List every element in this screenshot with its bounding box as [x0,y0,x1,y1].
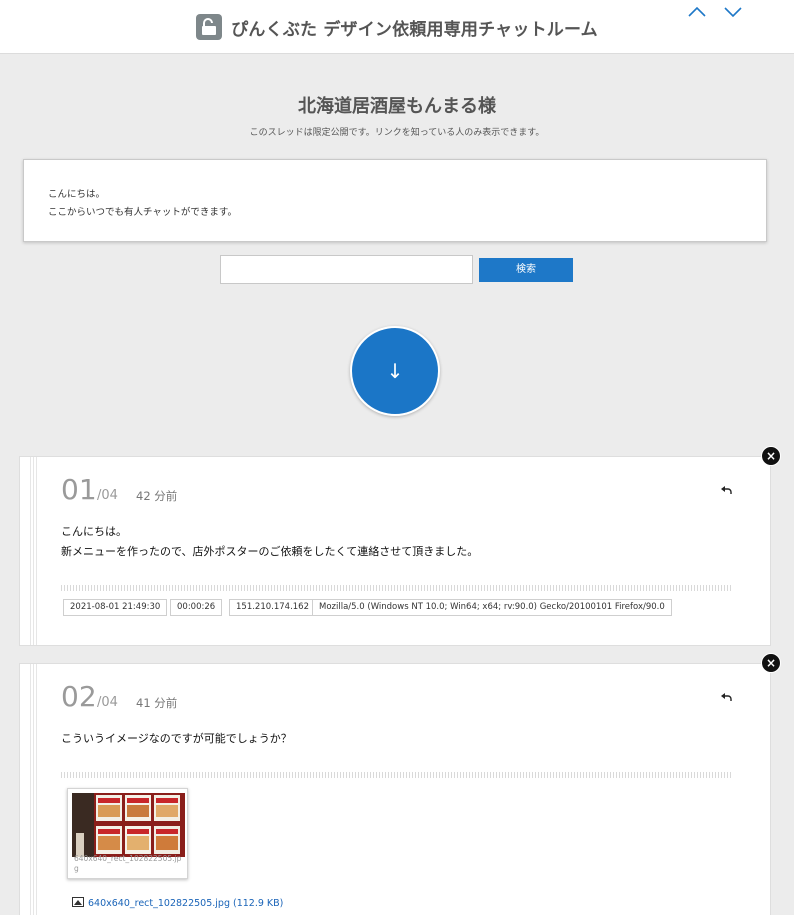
post-divider [61,585,731,591]
post-total: /04 [97,488,118,503]
post-time-ago: 41 分前 [136,696,178,710]
post-line: こんにちは。 [61,525,127,538]
close-post-button[interactable]: × [761,653,781,673]
post-divider [61,772,731,778]
post-number: 01 [61,473,97,506]
reply-icon[interactable] [720,485,732,495]
unlock-icon [196,14,223,40]
intro-line: こんにちは。 [48,189,106,200]
attachment-link-text: 640x640_rect_102822505.jpg (112.9 KB) [88,898,284,909]
post-card: 01 /04 42 分前 こんにちは。 新メニューを作ったので、店外ポスターのご… [19,456,771,646]
search-button[interactable]: 検索 [479,258,573,282]
post-meta-row: 2021-08-01 21:49:30 00:00:26 151.210.174… [63,599,763,617]
meta-user-agent: Mozilla/5.0 (Windows NT 10.0; Win64; x64… [312,599,672,616]
intro-message-box: こんにちは。 ここからいつでも有人チャットができます。 [23,159,767,242]
chevron-down-icon[interactable] [722,4,744,20]
post-total: /04 [97,695,118,710]
post-time-ago: 42 分前 [136,489,178,503]
meta-duration: 00:00:26 [170,599,223,616]
site-header: ぴんくぶた デザイン依頼用専用チャットルーム [0,14,794,40]
visibility-note: このスレッドは限定公開です。リンクを知っている人のみ表示できます。 [249,128,545,138]
thread-title: 北海道居酒屋もんまる様 [298,96,496,117]
post-body: こういうイメージなのですが可能でしょうか？ [61,729,292,749]
attachment-caption: 640x640_rect_102822505.jpg [74,854,182,873]
post-stripe [30,664,38,915]
image-file-icon [72,897,84,907]
site-title: ぴんくぶた デザイン依頼用専用チャットルーム [231,19,598,40]
post-card: 02 /04 41 分前 こういうイメージなのですが可能でしょうか？ 640x6… [19,663,771,915]
post-stripe [30,457,38,645]
meta-ip: 151.210.174.162 [229,599,317,616]
post-line: こういうイメージなのですが可能でしょうか？ [61,732,292,745]
search-input[interactable] [220,255,473,284]
chevron-up-icon[interactable] [686,4,708,20]
post-number: 02 [61,680,97,713]
attachment-image [72,793,185,857]
scroll-down-button[interactable]: ↓ [350,326,440,416]
post-line: 新メニューを作ったので、店外ポスターのご依頼をしたくて連絡させて頂きました。 [61,545,479,558]
reply-icon[interactable] [720,692,732,702]
intro-line: ここからいつでも有人チャットができます。 [48,207,237,218]
attachment-thumbnail[interactable]: 640x640_rect_102822505.jpg [67,788,188,879]
meta-timestamp: 2021-08-01 21:49:30 [63,599,168,616]
attachment-download-link[interactable]: 640x640_rect_102822505.jpg (112.9 KB) [72,897,283,909]
top-bar: ぴんくぶた デザイン依頼用専用チャットルーム [0,0,794,54]
close-post-button[interactable]: × [761,446,781,466]
post-body: こんにちは。 新メニューを作ったので、店外ポスターのご依頼をしたくて連絡させて頂… [61,522,478,562]
